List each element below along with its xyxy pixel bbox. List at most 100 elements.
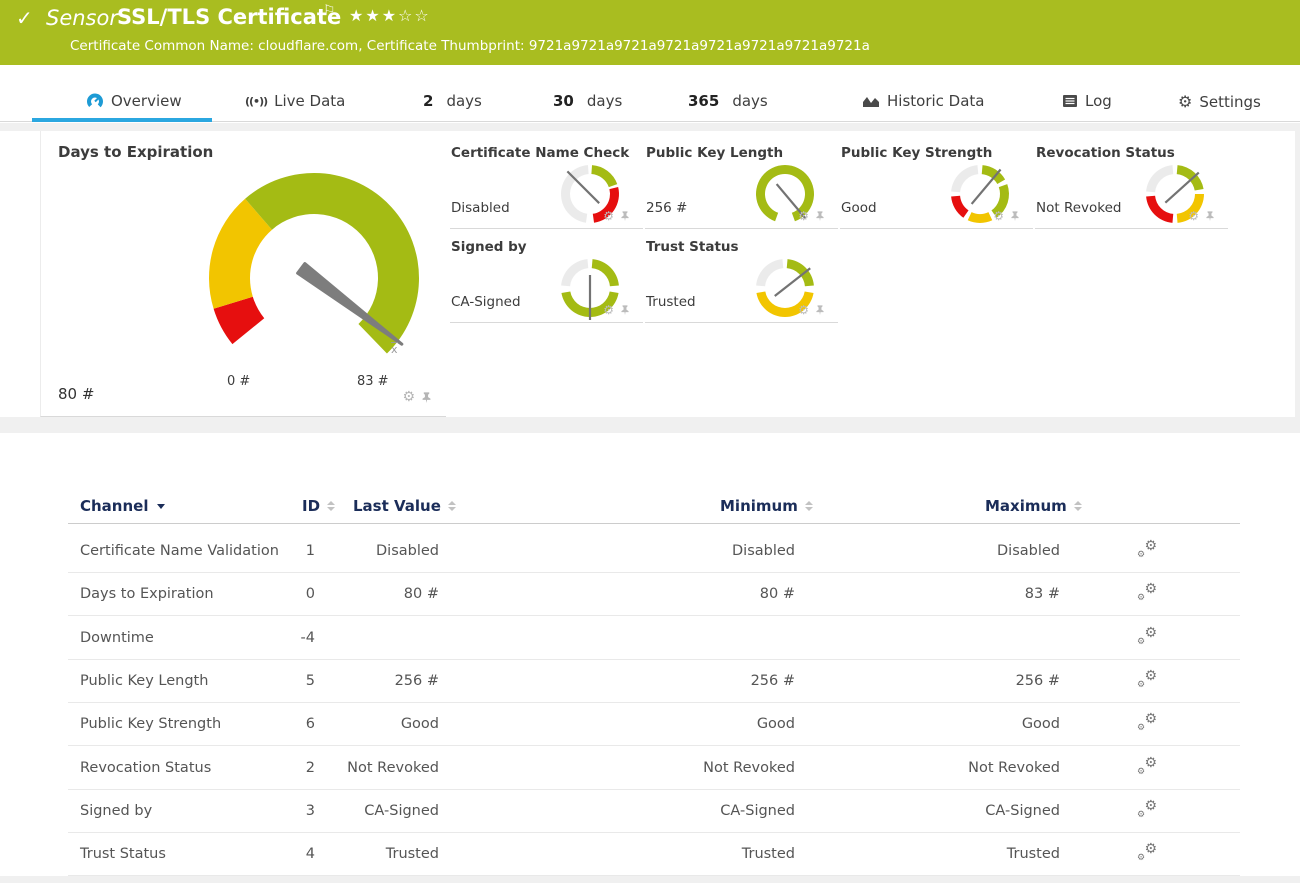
pin-icon[interactable]	[1205, 210, 1215, 222]
tab-number: 30	[553, 92, 574, 110]
tab-live-data[interactable]: ((•)) Live Data	[245, 92, 345, 110]
pin-icon[interactable]	[620, 304, 630, 316]
pin-icon[interactable]	[1010, 210, 1020, 222]
cell-minimum: Trusted	[595, 846, 795, 862]
pin-icon[interactable]	[620, 210, 630, 222]
channel-settings-button[interactable]: ⚙⚙	[1132, 843, 1162, 865]
table-row-signed-by[interactable]: Signed by3CA-SignedCA-SignedCA-Signed⚙⚙	[68, 790, 1240, 833]
table-header-row: Channel ID Last Value Minimum Maximum	[68, 497, 1240, 524]
sorted-desc-icon	[157, 504, 165, 509]
gauge-panel-days-to-expiration[interactable]: Days to Expiration x 0 # 83 # 80 # ⚙	[40, 131, 446, 417]
log-icon	[1062, 94, 1078, 108]
gear-icon[interactable]: ⚙	[603, 210, 614, 222]
cell-maximum: CA-Signed	[860, 803, 1060, 819]
cell-minimum: Not Revoked	[595, 760, 795, 776]
channel-settings-button[interactable]: ⚙⚙	[1132, 757, 1162, 779]
table-row-certificate-name-validation[interactable]: Certificate Name Validation1DisabledDisa…	[68, 530, 1240, 573]
gear-icon[interactable]: ⚙	[798, 304, 809, 316]
tab-365-days[interactable]: 365 days	[688, 92, 768, 110]
active-tab-underline	[32, 118, 212, 122]
cell-last-value: Good	[239, 716, 439, 732]
tab-label: Historic Data	[887, 92, 985, 110]
channel-settings-button[interactable]: ⚙⚙	[1132, 800, 1162, 822]
pin-icon[interactable]	[421, 391, 432, 404]
cell-last-value: 80 #	[239, 586, 439, 602]
channel-settings-button[interactable]: ⚙⚙	[1132, 670, 1162, 692]
gauge-scale-end: 83 #	[357, 374, 389, 389]
tab-log[interactable]: Log	[1062, 92, 1112, 110]
column-header-maximum[interactable]: Maximum	[985, 497, 1082, 515]
gear-icon[interactable]: ⚙	[993, 210, 1004, 222]
table-row-days-to-expiration[interactable]: Days to Expiration080 #80 #83 #⚙⚙	[68, 573, 1240, 616]
pin-icon[interactable]	[815, 304, 825, 316]
column-header-label: Last Value	[353, 497, 441, 515]
gear-icon[interactable]: ⚙	[402, 390, 415, 404]
tab-settings[interactable]: ⚙ Settings	[1178, 92, 1261, 111]
flag-icon[interactable]: ⚐	[323, 3, 336, 19]
gauge-panel-public-key-strength[interactable]: Public Key StrengthGood⚙	[840, 136, 1033, 229]
channel-settings-button[interactable]: ⚙⚙	[1132, 713, 1162, 735]
cell-channel[interactable]: Signed by	[80, 803, 152, 819]
table-row-trust-status[interactable]: Trust Status4TrustedTrustedTrusted⚙⚙	[68, 833, 1240, 876]
gauge-value: Good	[841, 200, 877, 216]
column-header-channel[interactable]: Channel	[80, 497, 165, 515]
table-row-downtime[interactable]: Downtime -4 ⚙⚙	[68, 617, 1240, 660]
cell-maximum: Not Revoked	[860, 760, 1060, 776]
column-header-label: ID	[302, 497, 320, 515]
column-header-last-value[interactable]: Last Value	[353, 497, 456, 515]
table-row-public-key-length[interactable]: Public Key Length5256 #256 #256 #⚙⚙	[68, 660, 1240, 703]
gauge-value: Trusted	[646, 294, 696, 310]
table-row-public-key-strength[interactable]: Public Key Strength6GoodGoodGood⚙⚙	[68, 703, 1240, 746]
double-gear-icon: ⚙⚙	[1137, 800, 1157, 818]
channel-settings-button[interactable]: ⚙⚙	[1132, 627, 1162, 649]
cell-maximum: 83 #	[860, 586, 1060, 602]
tab-number: 365	[688, 92, 719, 110]
channel-settings-button[interactable]: ⚙⚙	[1132, 540, 1162, 562]
gear-icon[interactable]: ⚙	[603, 304, 614, 316]
column-header-id[interactable]: ID	[302, 497, 335, 515]
cell-last-value: 256 #	[239, 673, 439, 689]
cell-maximum: 256 #	[860, 673, 1060, 689]
double-gear-icon: ⚙⚙	[1137, 757, 1157, 775]
sensor-banner: ✓ Sensor SSL/TLS Certificate ⚐ ★★★☆☆ Cer…	[0, 0, 1300, 65]
tab-historic-data[interactable]: Historic Data	[862, 92, 985, 110]
cell-last-value: CA-Signed	[239, 803, 439, 819]
priority-stars[interactable]: ★★★☆☆	[349, 6, 431, 25]
gauge-icon	[86, 92, 104, 110]
cell-minimum: Disabled	[595, 543, 795, 559]
gauge-panel-trust-status[interactable]: Trust StatusTrusted⚙	[645, 230, 838, 323]
divider	[0, 417, 1300, 433]
divider	[0, 876, 1300, 883]
column-header-minimum[interactable]: Minimum	[720, 497, 813, 515]
gear-icon[interactable]: ⚙	[1188, 210, 1199, 222]
gauge-panel-signed-by[interactable]: Signed byCA-Signed⚙	[450, 230, 643, 323]
tab-2-days[interactable]: 2 days	[423, 92, 482, 110]
gauge-needle	[1165, 173, 1198, 203]
cell-id: -4	[165, 630, 315, 646]
gauge-panel-revocation-status[interactable]: Revocation StatusNot Revoked⚙	[1035, 136, 1228, 229]
table-row-revocation-status[interactable]: Revocation Status2Not RevokedNot Revoked…	[68, 747, 1240, 790]
channel-settings-button[interactable]: ⚙⚙	[1132, 583, 1162, 605]
gauge-panel-public-key-length[interactable]: Public Key Length256 #⚙	[645, 136, 838, 229]
cell-channel[interactable]: Trust Status	[80, 846, 166, 862]
gear-icon[interactable]: ⚙	[798, 210, 809, 222]
sort-icon	[805, 501, 813, 511]
tab-30-days[interactable]: 30 days	[553, 92, 622, 110]
gauge-value: 256 #	[646, 200, 687, 216]
pin-icon[interactable]	[815, 210, 825, 222]
tab-label: Live Data	[274, 92, 345, 110]
divider	[0, 123, 1300, 131]
cell-maximum: Good	[860, 716, 1060, 732]
status-ok-check-icon: ✓	[16, 6, 33, 30]
sort-icon	[1074, 501, 1082, 511]
gauge-panel-certificate-name-check[interactable]: Certificate Name CheckDisabled⚙	[450, 136, 643, 229]
sensor-title: SSL/TLS Certificate	[117, 5, 341, 29]
tab-overview[interactable]: Overview	[86, 92, 182, 110]
column-header-label: Maximum	[985, 497, 1067, 515]
sensor-kind-label: Sensor	[46, 6, 118, 30]
cell-maximum: Trusted	[860, 846, 1060, 862]
cell-channel[interactable]: Downtime	[80, 630, 154, 646]
cell-minimum: 256 #	[595, 673, 795, 689]
sort-icon	[448, 501, 456, 511]
cell-minimum: CA-Signed	[595, 803, 795, 819]
